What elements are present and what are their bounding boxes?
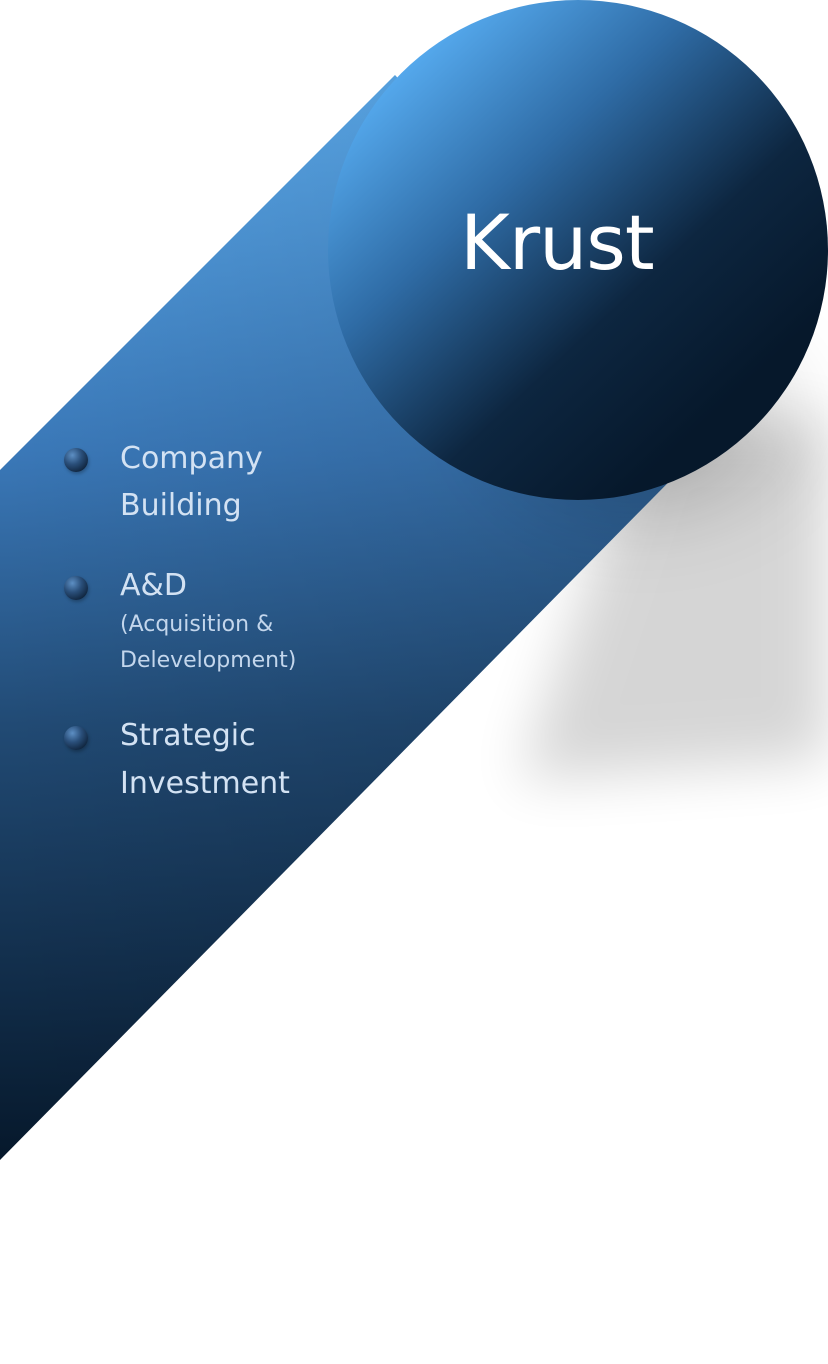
bullet-icon	[64, 576, 88, 600]
bullet-icon	[64, 726, 88, 750]
service-title-line2: Building	[120, 488, 242, 523]
service-title-line1: Strategic	[120, 718, 256, 753]
hero-graphic: Krust Company Building A&D (Acquisition …	[0, 0, 828, 1364]
service-title-line1: Company	[120, 441, 263, 476]
service-subtitle-line2: Delevelopment)	[120, 648, 297, 673]
service-title: A&D	[120, 568, 188, 603]
service-title-line2: Investment	[120, 766, 290, 801]
service-subtitle-line1: (Acquisition &	[120, 612, 274, 637]
bullet-icon	[64, 448, 88, 472]
services-list: Company Building A&D (Acquisition & Dele…	[0, 0, 828, 1364]
